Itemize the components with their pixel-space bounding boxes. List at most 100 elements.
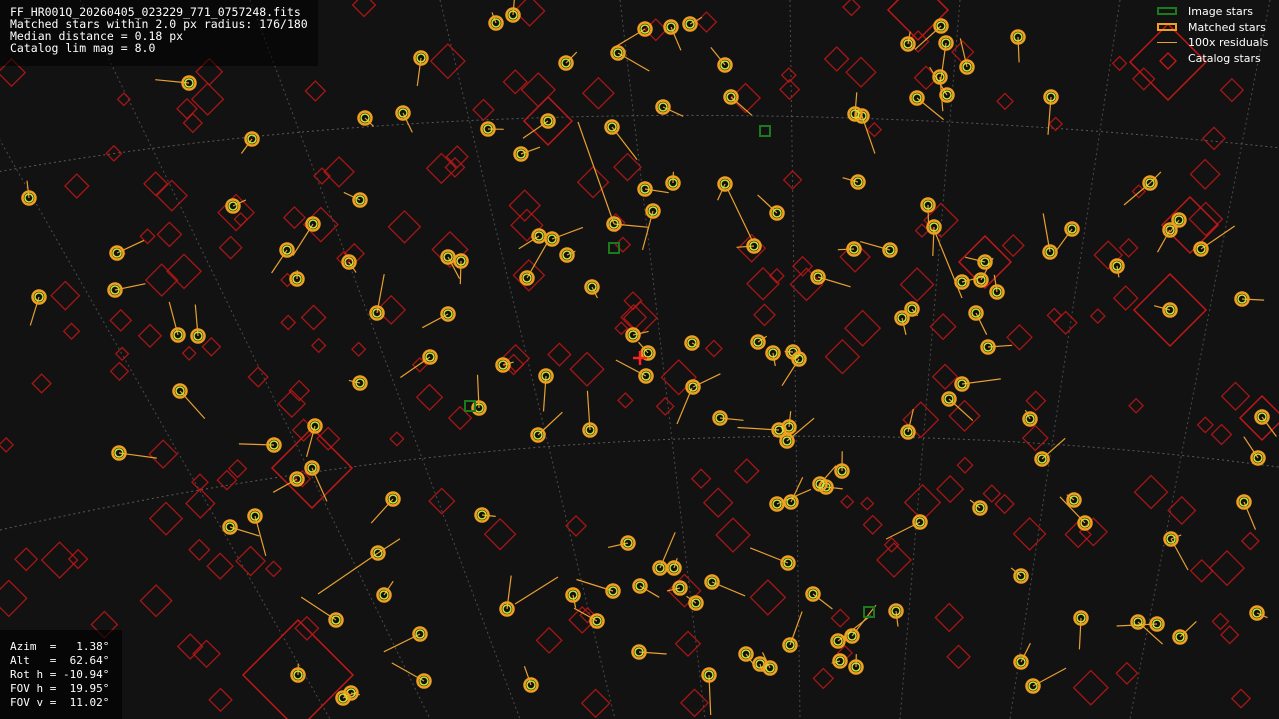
grid-line	[0, 139, 331, 719]
diamond-icon	[614, 321, 629, 336]
diamond-icon	[840, 494, 855, 509]
legend: Image stars Matched stars 100x residuals…	[1150, 4, 1275, 66]
rotation-readout: Rot h = -10.94°	[10, 668, 110, 681]
residual-line	[370, 498, 394, 524]
diamond-icon	[929, 313, 957, 341]
diamond-icon	[389, 431, 405, 447]
diamond-icon	[351, 0, 377, 18]
diamond-icon	[277, 389, 307, 419]
diamond-icon	[1053, 310, 1078, 335]
diamond-icon	[192, 639, 221, 669]
diamond-icon	[155, 179, 188, 212]
diamond-icon	[674, 630, 702, 658]
square-icon	[759, 125, 771, 137]
residual-line	[916, 97, 944, 121]
legend-image-stars: Image stars	[1150, 4, 1275, 20]
diamond-icon	[695, 11, 718, 33]
legend-catalog-stars: Catalog stars	[1150, 51, 1275, 67]
azimuth-readout: Azim = 1.38°	[10, 640, 110, 653]
diamond-icon	[580, 688, 611, 719]
residual-line	[615, 359, 647, 377]
diamond-icon	[50, 280, 81, 311]
diamond-icon	[690, 468, 712, 489]
diamond-icon	[845, 56, 877, 88]
diamond-icon	[982, 484, 1002, 503]
diamond-icon	[508, 189, 542, 222]
diamond-icon	[569, 351, 605, 387]
diamond-icon	[778, 78, 801, 101]
square-icon	[863, 606, 875, 618]
diamond-icon	[830, 608, 851, 628]
ring-icon	[1157, 22, 1177, 31]
diamond-icon	[233, 212, 249, 227]
diamond-icon	[844, 309, 882, 347]
diamond-icon	[704, 339, 723, 358]
diamond-icon	[1157, 54, 1177, 62]
legend-label: Image stars	[1188, 5, 1253, 18]
star-field-canvas	[0, 0, 1279, 719]
diamond-icon	[280, 314, 297, 331]
grid-line	[1129, 0, 1271, 719]
diamond-icon	[144, 263, 179, 297]
diamond-icon	[520, 72, 557, 108]
diamond-icon	[899, 267, 935, 303]
residual-line	[895, 610, 899, 627]
residual-line	[26, 180, 30, 199]
diamond-icon	[1006, 323, 1033, 351]
calibration-info-panel: FF_HR001Q_20260405_023229_771_0757248.fi…	[0, 0, 318, 66]
diamond-icon	[425, 152, 458, 185]
diamond-icon	[188, 538, 211, 562]
residual-line	[948, 398, 974, 422]
diamond-icon	[1115, 661, 1139, 685]
center-cross-icon	[633, 351, 647, 365]
diamond-icon	[109, 361, 130, 382]
diamond-icon	[182, 112, 204, 134]
diamond-icon	[876, 542, 912, 578]
diamond-icon	[931, 363, 959, 391]
diamond-icon	[948, 399, 981, 433]
legend-label: Catalog stars	[1188, 51, 1261, 65]
diamond-icon	[1238, 394, 1279, 442]
residual-line	[837, 248, 855, 251]
residual-line	[476, 374, 480, 409]
diamond-icon	[1128, 397, 1145, 414]
diamond-icon	[502, 69, 528, 95]
line-icon	[1157, 42, 1177, 43]
diamond-icon	[0, 579, 28, 618]
diamond-icon	[655, 396, 675, 416]
diamond-icon	[304, 80, 327, 102]
residual-line	[317, 552, 379, 595]
diamond-icon	[428, 487, 456, 515]
diamond-icon	[576, 165, 610, 199]
diamond-icon	[1196, 416, 1214, 434]
diamond-icon	[190, 82, 225, 116]
diamond-icon	[996, 92, 1014, 111]
diamond-icon	[148, 501, 184, 536]
star-field-view: FF_HR001Q_20260405_023229_771_0757248.fi…	[0, 0, 1279, 719]
diamond-icon	[535, 626, 563, 654]
diamond-icon	[1093, 240, 1124, 270]
residual-line	[537, 411, 563, 436]
square-icon	[1157, 7, 1177, 15]
diamond-icon	[1012, 516, 1047, 551]
grid-line	[79, 0, 431, 719]
diamond-icon	[1208, 549, 1246, 587]
diamond-icon	[823, 46, 850, 72]
diamond-icon	[994, 493, 1015, 515]
catalog-limit: Catalog lim mag = 8.0	[10, 41, 156, 55]
diamond-icon	[429, 43, 466, 80]
diamond-icon	[1211, 612, 1230, 631]
diamond-icon	[1025, 390, 1047, 412]
diamond-icon	[1021, 424, 1049, 452]
diamond-icon	[208, 687, 233, 713]
diamond-icon	[946, 644, 971, 670]
diamond-icon	[746, 266, 780, 301]
diamond-icon	[1219, 77, 1245, 103]
diamond-icon	[934, 602, 965, 633]
legend-matched-stars: Matched stars	[1150, 20, 1275, 36]
diamond-icon	[165, 253, 203, 290]
diamond-icon	[733, 458, 760, 484]
diamond-icon	[1131, 67, 1156, 91]
diamond-icon	[201, 336, 222, 357]
diamond-icon	[387, 209, 422, 244]
